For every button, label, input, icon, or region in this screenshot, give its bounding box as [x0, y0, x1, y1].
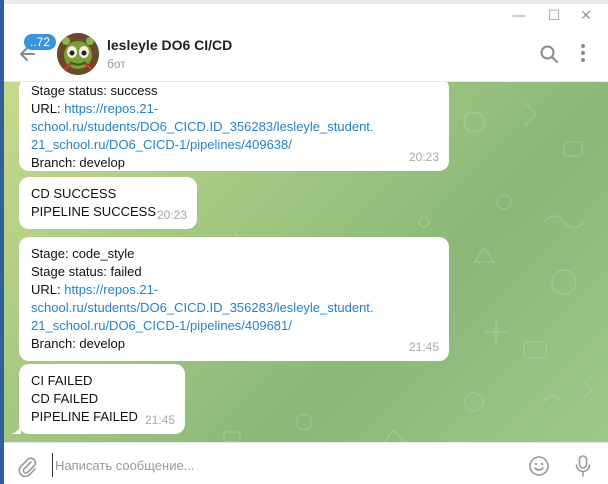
message-composer [4, 442, 608, 484]
bubble-tail [11, 424, 21, 434]
message-text: URL: https://repos.21- [31, 282, 159, 297]
search-icon[interactable] [539, 44, 559, 64]
message-text: Stage status: success [31, 83, 158, 98]
message-time: 20:23 [408, 150, 439, 164]
message-text: Stage: code_style [31, 246, 135, 261]
message-text: CI FAILED [31, 373, 93, 388]
message-time: 21:45 [144, 413, 175, 427]
message-link[interactable]: 21_school.ru/DO6_CICD-1/pipelines/409681… [31, 317, 437, 335]
message-input[interactable] [52, 453, 512, 477]
maximize-button[interactable]: ☐ [544, 8, 564, 24]
message-text: Stage status: failed [31, 264, 142, 279]
more-vertical-icon[interactable] [578, 42, 588, 64]
close-button[interactable]: ✕ [576, 8, 596, 24]
message-text: Branch: develop [31, 155, 125, 170]
chat-header: ..72 lesleyle DO6 CI/CD бот [4, 24, 608, 82]
unread-badge: ..72 [24, 34, 57, 50]
message-bubble[interactable]: Stage: code_style Stage status: failed U… [19, 237, 449, 361]
chat-subtitle: бот [107, 57, 126, 71]
message-bubble[interactable]: CI FAILED CD FAILED PIPELINE FAILED 21:4… [19, 364, 185, 434]
microphone-icon[interactable] [574, 454, 592, 478]
message-link[interactable]: school.ru/students/DO6_CICD.ID_356283/le… [31, 118, 437, 136]
emoji-icon[interactable] [528, 455, 550, 477]
message-text: CD SUCCESS [31, 186, 117, 201]
message-link[interactable]: https://repos.21- [64, 101, 158, 116]
avatar[interactable] [57, 33, 99, 75]
message-time: 21:45 [408, 340, 439, 354]
paperclip-icon[interactable] [16, 455, 38, 478]
chat-history[interactable]: Stage status: success URL: https://repos… [4, 82, 608, 442]
message-text: Branch: develop [31, 336, 125, 351]
message-bubble[interactable]: CD SUCCESS PIPELINE SUCCESS 20:23 [19, 177, 197, 229]
message-text: CD FAILED [31, 391, 99, 406]
message-link[interactable]: 21_school.ru/DO6_CICD-1/pipelines/409638… [31, 136, 437, 154]
message-link[interactable]: https://repos.21- [64, 282, 158, 297]
message-time: 20:23 [156, 208, 187, 222]
message-link[interactable]: school.ru/students/DO6_CICD.ID_356283/le… [31, 299, 437, 317]
message-bubble[interactable]: Stage status: success URL: https://repos… [19, 82, 449, 171]
message-text: URL: https://repos.21- [31, 101, 159, 116]
minimize-button[interactable]: — [509, 8, 529, 24]
chat-title[interactable]: lesleyle DO6 CI/CD [107, 37, 232, 53]
